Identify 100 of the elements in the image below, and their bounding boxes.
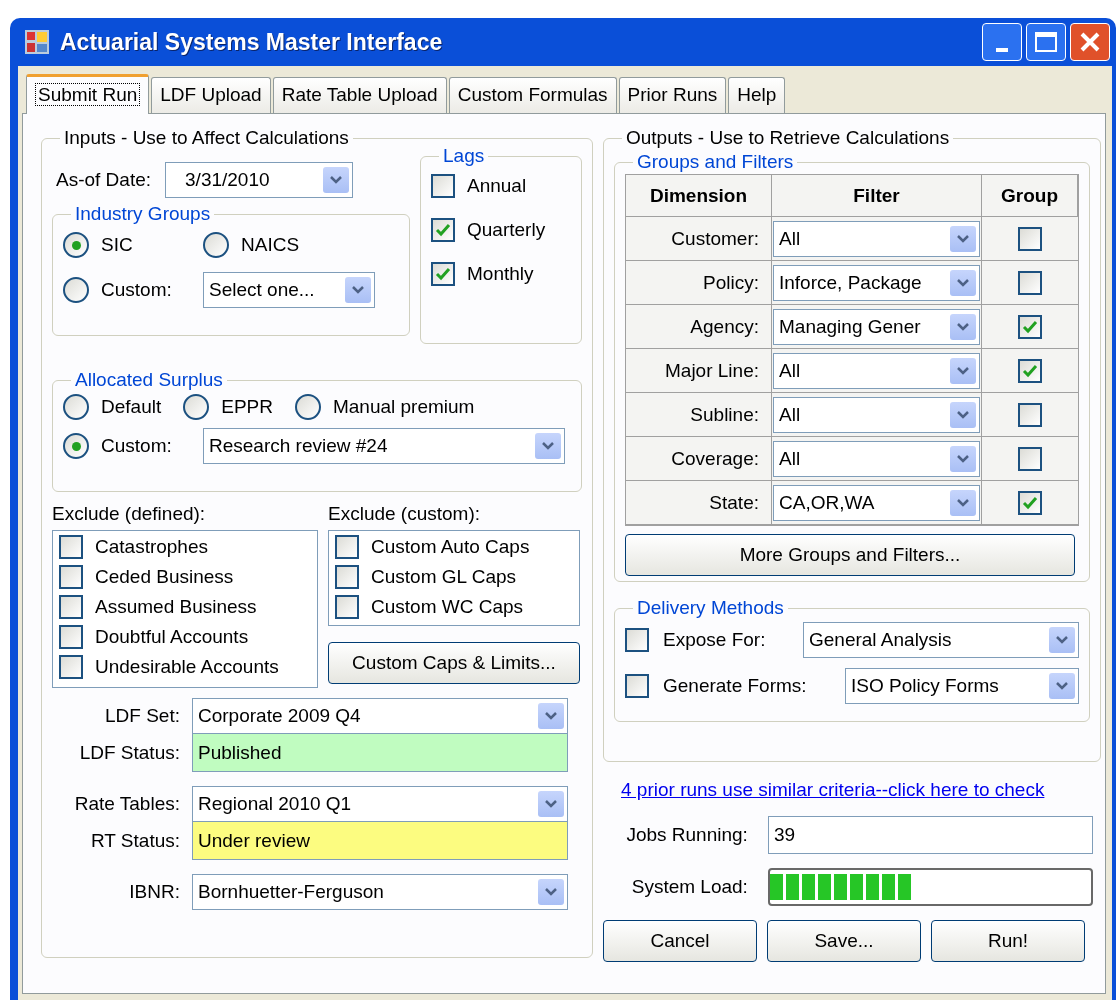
checkbox[interactable] bbox=[625, 674, 649, 698]
radio-label: Manual premium bbox=[332, 395, 475, 419]
column-header: Dimension bbox=[626, 175, 772, 217]
prior-runs-link[interactable]: 4 prior runs use similar criteria--click here to check bbox=[621, 778, 1093, 802]
checkbox[interactable] bbox=[625, 628, 649, 652]
dropdown[interactable]: All bbox=[773, 352, 980, 389]
dropdown[interactable]: All bbox=[773, 220, 980, 257]
dropdown[interactable]: Bornhuetter-Ferguson bbox=[192, 874, 568, 910]
tab[interactable]: Help bbox=[728, 77, 786, 113]
close-button[interactable] bbox=[1070, 23, 1110, 61]
checkbox-label: Annual bbox=[467, 174, 527, 198]
checkbox[interactable] bbox=[431, 218, 455, 242]
checkbox[interactable] bbox=[1018, 402, 1042, 427]
chevron-down-icon bbox=[538, 703, 564, 729]
table-cell: Major Line: bbox=[626, 349, 772, 393]
checkbox[interactable] bbox=[431, 262, 455, 286]
minimize-button[interactable] bbox=[982, 23, 1022, 61]
dropdown[interactable]: CA,OR,WA bbox=[773, 484, 980, 521]
status-field: Under review bbox=[192, 822, 568, 860]
group-title: Outputs - Use to Retrieve Calculations bbox=[625, 126, 951, 150]
field-label: LDF Status: bbox=[78, 741, 181, 765]
checkbox-label: Catastrophes bbox=[95, 535, 208, 559]
chevron-down-icon bbox=[345, 277, 371, 303]
checkbox[interactable] bbox=[1018, 358, 1042, 383]
button[interactable]: Custom Caps & Limits... bbox=[328, 642, 580, 684]
radio-button[interactable] bbox=[63, 277, 89, 303]
checkbox[interactable] bbox=[59, 565, 83, 589]
chevron-down-icon bbox=[950, 225, 976, 252]
jobs-running-field[interactable]: 39 bbox=[767, 816, 1093, 854]
checkbox[interactable] bbox=[335, 595, 359, 619]
checkbox[interactable] bbox=[1018, 314, 1042, 339]
dropdown[interactable]: Managing Gener bbox=[773, 308, 980, 345]
checkbox[interactable] bbox=[59, 655, 83, 679]
tab[interactable]: Prior Runs bbox=[618, 77, 727, 113]
field-label: IBNR: bbox=[128, 880, 181, 904]
checkbox-label: Custom Auto Caps bbox=[371, 535, 530, 559]
button[interactable]: More Groups and Filters... bbox=[625, 534, 1075, 576]
radio-label: Custom: bbox=[101, 434, 172, 458]
radio-button[interactable] bbox=[63, 232, 89, 258]
checkbox[interactable] bbox=[431, 174, 455, 198]
radio-button[interactable] bbox=[294, 394, 321, 420]
table-cell: Subline: bbox=[626, 393, 772, 437]
field-label: RT Status: bbox=[89, 829, 181, 853]
dropdown[interactable]: All bbox=[773, 396, 980, 433]
group-title: Groups and Filters bbox=[636, 150, 795, 174]
checkbox[interactable] bbox=[59, 595, 83, 619]
dropdown[interactable]: Select one... bbox=[203, 272, 375, 308]
radio-button[interactable] bbox=[203, 232, 229, 258]
table-cell: State: bbox=[626, 481, 772, 525]
status-field: Published bbox=[192, 734, 568, 772]
checkbox[interactable] bbox=[335, 565, 359, 589]
chevron-down-icon bbox=[950, 445, 976, 472]
checkbox[interactable] bbox=[1018, 490, 1042, 515]
chevron-down-icon bbox=[950, 489, 976, 516]
table-cell: Coverage: bbox=[626, 437, 772, 481]
radio-button[interactable] bbox=[183, 394, 210, 420]
radio-label: EPPR bbox=[221, 395, 273, 419]
checkbox[interactable] bbox=[1018, 270, 1042, 295]
dropdown[interactable]: Regional 2010 Q1 bbox=[192, 786, 568, 822]
radio-button[interactable] bbox=[63, 433, 89, 459]
dropdown[interactable]: ISO Policy Forms bbox=[845, 668, 1079, 704]
chevron-down-icon bbox=[538, 791, 564, 817]
dropdown[interactable]: General Analysis bbox=[803, 622, 1079, 658]
field-label: System Load: bbox=[630, 875, 749, 899]
button[interactable]: Run! bbox=[931, 920, 1085, 962]
checkbox-label: Quarterly bbox=[467, 218, 546, 242]
button[interactable]: Cancel bbox=[603, 920, 757, 962]
dropdown[interactable]: 3/31/2010 bbox=[165, 162, 354, 198]
table-cell: Agency: bbox=[626, 305, 772, 349]
field-label: LDF Set: bbox=[104, 704, 181, 728]
field-label: As-of Date: bbox=[56, 168, 152, 192]
button[interactable]: Save... bbox=[767, 920, 921, 962]
check-icon bbox=[1022, 495, 1038, 510]
check-icon bbox=[1022, 319, 1038, 334]
checkbox-label: Monthly bbox=[467, 262, 534, 286]
tab[interactable]: Submit Run bbox=[26, 74, 150, 114]
radio-button[interactable] bbox=[63, 394, 89, 420]
field-value: 3/31/2010 bbox=[184, 168, 270, 192]
checkbox-label: Custom GL Caps bbox=[371, 565, 516, 589]
checkbox[interactable] bbox=[335, 535, 359, 559]
tab[interactable]: Custom Formulas bbox=[448, 77, 617, 113]
radio-label: SIC bbox=[101, 233, 133, 257]
window-title: Actuarial Systems Master Interface bbox=[60, 30, 444, 54]
group-title: Inputs - Use to Affect Calculations bbox=[63, 126, 350, 150]
checkbox-label: Assumed Business bbox=[95, 595, 257, 619]
check-icon bbox=[435, 267, 451, 281]
dropdown[interactable]: Corporate 2009 Q4 bbox=[192, 698, 568, 734]
dropdown[interactable]: Research review #24 bbox=[203, 428, 565, 464]
app-icon bbox=[24, 29, 50, 55]
checkbox[interactable] bbox=[1018, 446, 1042, 471]
column-header: Filter bbox=[772, 175, 982, 217]
checkbox[interactable] bbox=[1018, 226, 1042, 251]
maximize-button[interactable] bbox=[1026, 23, 1066, 61]
tab[interactable]: Rate Table Upload bbox=[272, 77, 447, 113]
chevron-down-icon bbox=[1049, 627, 1075, 653]
checkbox[interactable] bbox=[59, 535, 83, 559]
dropdown[interactable]: Inforce, Package bbox=[773, 264, 980, 301]
checkbox[interactable] bbox=[59, 625, 83, 649]
tab[interactable]: LDF Upload bbox=[151, 77, 271, 113]
dropdown[interactable]: All bbox=[773, 440, 980, 477]
